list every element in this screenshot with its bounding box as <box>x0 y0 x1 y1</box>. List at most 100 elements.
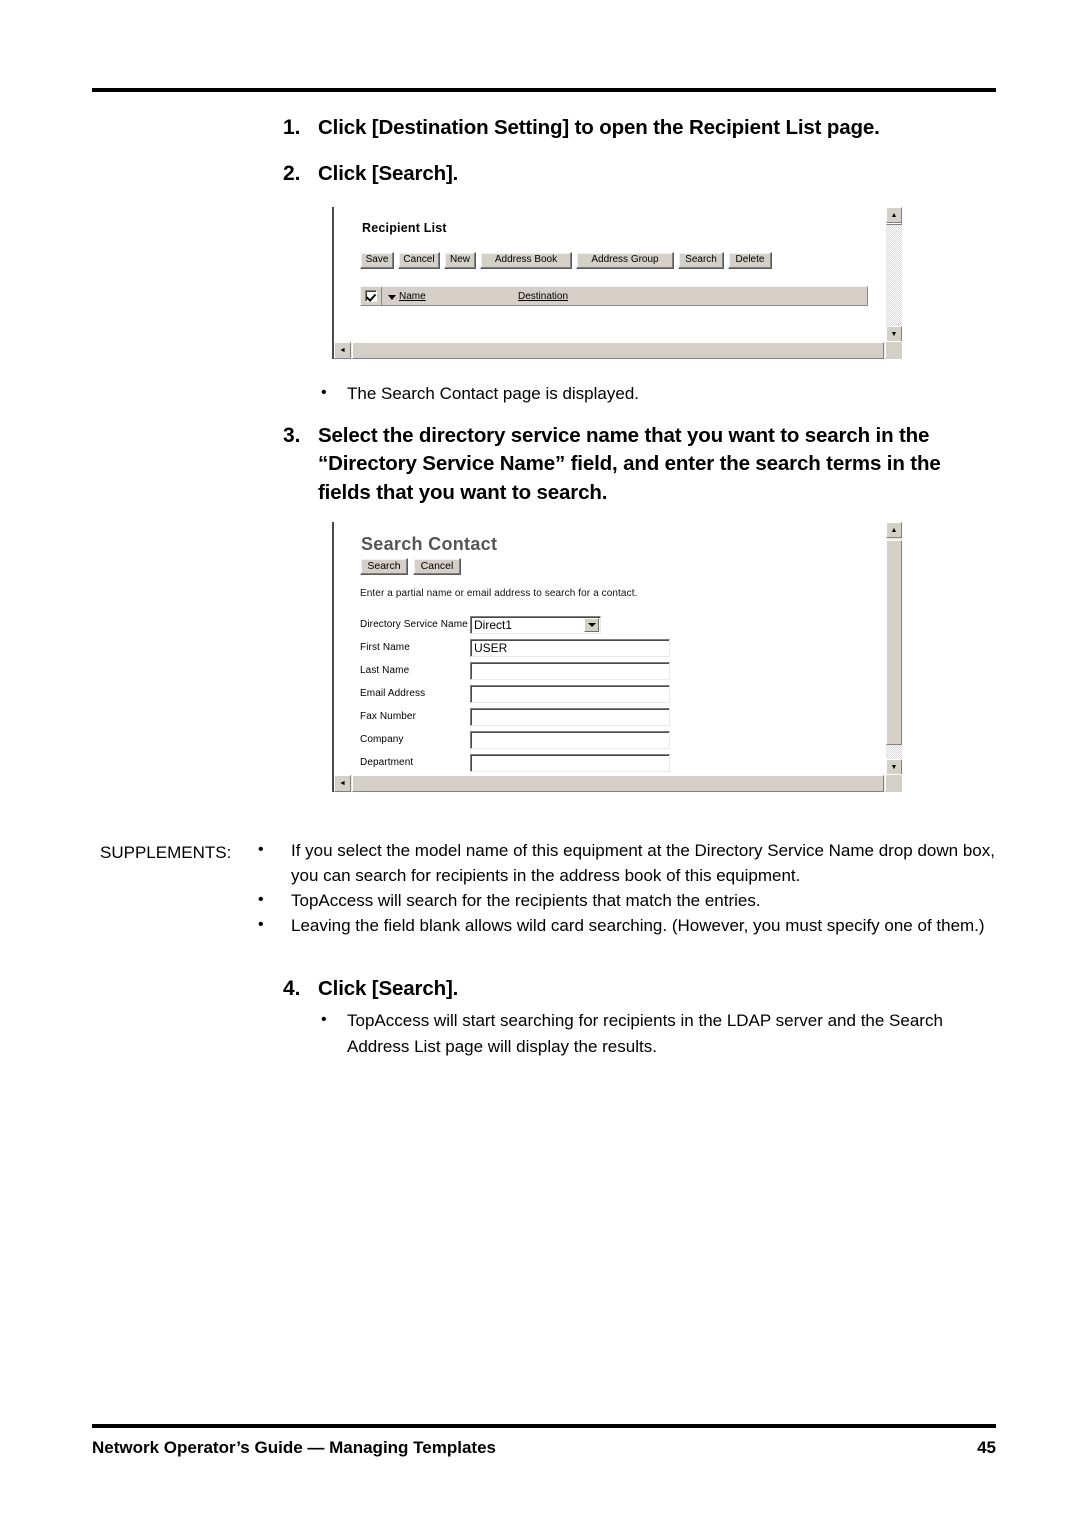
company-label: Company <box>360 734 404 745</box>
search-contact-hscroll-thumb[interactable] <box>352 775 884 792</box>
field-row-email-address: Email Address <box>360 683 670 704</box>
fax-number-label: Fax Number <box>360 711 417 722</box>
supplements-item-text: Leaving the field blank allows wild card… <box>291 916 985 936</box>
scroll-up-icon[interactable]: ▲ <box>886 207 902 223</box>
scroll-up-icon[interactable]: ▲ <box>886 522 902 538</box>
recipient-list-vscroll-thumb[interactable] <box>886 223 902 225</box>
search-contact-horizontal-scrollbar[interactable]: ◄ ► <box>334 774 902 792</box>
bullet-search-contact-displayed-text: The Search Contact page is displayed. <box>347 384 640 403</box>
page-footer: Network Operator’s Guide — Managing Temp… <box>92 1438 996 1458</box>
select-all-cell[interactable] <box>361 287 382 305</box>
directory-service-name-value: Direct1 <box>474 617 513 632</box>
step-3-number: 3. <box>283 424 301 447</box>
field-row-fax-number: Fax Number <box>360 706 670 727</box>
supplements-label: SUPPLEMENTS: <box>100 843 232 862</box>
supplements-list: • If you select the model name of this e… <box>258 838 1000 939</box>
supplements-item-text: If you select the model name of this equ… <box>291 841 995 886</box>
step-3: 3. Select the directory service name tha… <box>283 422 993 507</box>
recipient-list-scroll-corner <box>886 342 902 359</box>
fax-number-input[interactable] <box>470 707 670 726</box>
recipient-list-screenshot: Recipient List Save Cancel New Address B… <box>332 207 902 359</box>
new-button[interactable]: New <box>444 252 476 269</box>
bullet-icon: • <box>321 1011 327 1028</box>
recipient-list-content: Recipient List Save Cancel New Address B… <box>334 207 886 342</box>
company-input[interactable] <box>470 730 670 749</box>
supplements-item: • If you select the model name of this e… <box>258 838 1000 888</box>
column-header-destination[interactable]: Destination <box>512 291 568 302</box>
email-address-input[interactable] <box>470 684 670 703</box>
step-2-number: 2. <box>283 162 301 185</box>
cancel-button[interactable]: Cancel <box>398 252 440 269</box>
bullet-icon: • <box>321 384 327 401</box>
recipient-list-hscroll-thumb[interactable] <box>352 342 884 359</box>
step-2-text: Click [Search]. <box>318 162 459 185</box>
first-name-input[interactable]: USER <box>470 638 670 657</box>
field-row-last-name: Last Name <box>360 660 670 681</box>
directory-service-name-select[interactable]: Direct1 <box>470 615 601 634</box>
column-header-name-label: Name <box>399 290 426 302</box>
footer-title: Network Operator’s Guide — Managing Temp… <box>92 1438 496 1457</box>
address-group-button[interactable]: Address Group <box>576 252 674 269</box>
recipient-list-toolbar: Save Cancel New Address Book Address Gro… <box>360 252 772 269</box>
bullet-icon: • <box>258 891 264 909</box>
footer-page-number: 45 <box>977 1438 996 1457</box>
scroll-left-icon[interactable]: ◄ <box>334 775 351 792</box>
search-contact-form: Directory Service Name Direct1 First Nam… <box>360 614 670 775</box>
supplements-item: • Leaving the field blank allows wild ca… <box>258 913 1000 938</box>
step-4: 4. Click [Search]. <box>283 975 983 1004</box>
step-4-text: Click [Search]. <box>318 977 459 1000</box>
delete-button[interactable]: Delete <box>728 252 772 269</box>
select-all-checkbox[interactable] <box>365 290 377 302</box>
last-name-label: Last Name <box>360 665 410 676</box>
last-name-input[interactable] <box>470 661 670 680</box>
search-contact-content: Search Contact Search Cancel Enter a par… <box>334 522 886 775</box>
step-1: 1. Click [Destination Setting] to open t… <box>283 114 983 143</box>
step-1-number: 1. <box>283 116 301 139</box>
step-2: 2. Click [Search]. <box>283 160 983 189</box>
recipient-list-title: Recipient List <box>362 221 447 235</box>
step-4-number: 4. <box>283 977 301 1000</box>
search-contact-toolbar: Search Cancel <box>360 558 461 575</box>
supplements-item: • TopAccess will search for the recipien… <box>258 888 1000 913</box>
scroll-down-icon[interactable]: ▼ <box>886 759 902 775</box>
address-book-button[interactable]: Address Book <box>480 252 572 269</box>
sort-descending-icon <box>388 294 396 300</box>
search-contact-vscroll-thumb[interactable] <box>886 540 902 745</box>
field-row-directory-service-name: Directory Service Name Direct1 <box>360 614 670 635</box>
search-cancel-button[interactable]: Cancel <box>413 558 461 575</box>
bullet-search-results: • TopAccess will start searching for rec… <box>321 1008 986 1059</box>
department-label: Department <box>360 757 414 768</box>
field-row-first-name: First Name USER <box>360 637 670 658</box>
search-contact-scroll-corner <box>886 775 902 792</box>
recipient-list-vertical-scrollbar[interactable]: ▲ ▼ <box>885 207 902 342</box>
recipient-list-vscroll-track[interactable] <box>886 223 902 326</box>
search-contact-screenshot: Search Contact Search Cancel Enter a par… <box>332 522 902 792</box>
department-input[interactable] <box>470 753 670 772</box>
scroll-left-icon[interactable]: ◄ <box>334 342 351 359</box>
supplements-item-text: TopAccess will search for the recipients… <box>291 891 761 911</box>
step-1-text: Click [Destination Setting] to open the … <box>318 116 880 139</box>
email-address-label: Email Address <box>360 688 426 699</box>
search-button[interactable]: Search <box>678 252 724 269</box>
search-contact-vertical-scrollbar[interactable]: ▲ ▼ <box>885 522 902 775</box>
bullet-icon: • <box>258 916 264 934</box>
header-rule <box>92 88 996 92</box>
search-contact-title: Search Contact <box>361 534 498 554</box>
save-button[interactable]: Save <box>360 252 394 269</box>
field-row-company: Company <box>360 729 670 750</box>
scroll-down-icon[interactable]: ▼ <box>886 326 902 342</box>
chevron-down-icon[interactable] <box>584 617 599 632</box>
document-page: 1. Click [Destination Setting] to open t… <box>0 0 1080 1526</box>
recipient-list-table-header: Name Destination <box>360 286 868 306</box>
step-3-text: Select the directory service name that y… <box>318 424 941 504</box>
first-name-label: First Name <box>360 642 410 653</box>
footer-rule <box>92 1424 996 1428</box>
field-row-department: Department <box>360 752 670 773</box>
search-contact-hint: Enter a partial name or email address to… <box>360 588 638 599</box>
column-header-name[interactable]: Name <box>382 291 512 302</box>
search-submit-button[interactable]: Search <box>360 558 408 575</box>
bullet-search-results-text: TopAccess will start searching for recip… <box>347 1011 943 1056</box>
directory-service-name-label: Directory Service Name <box>360 619 468 630</box>
column-header-destination-label: Destination <box>518 290 569 302</box>
recipient-list-horizontal-scrollbar[interactable]: ◄ ► <box>334 341 902 359</box>
